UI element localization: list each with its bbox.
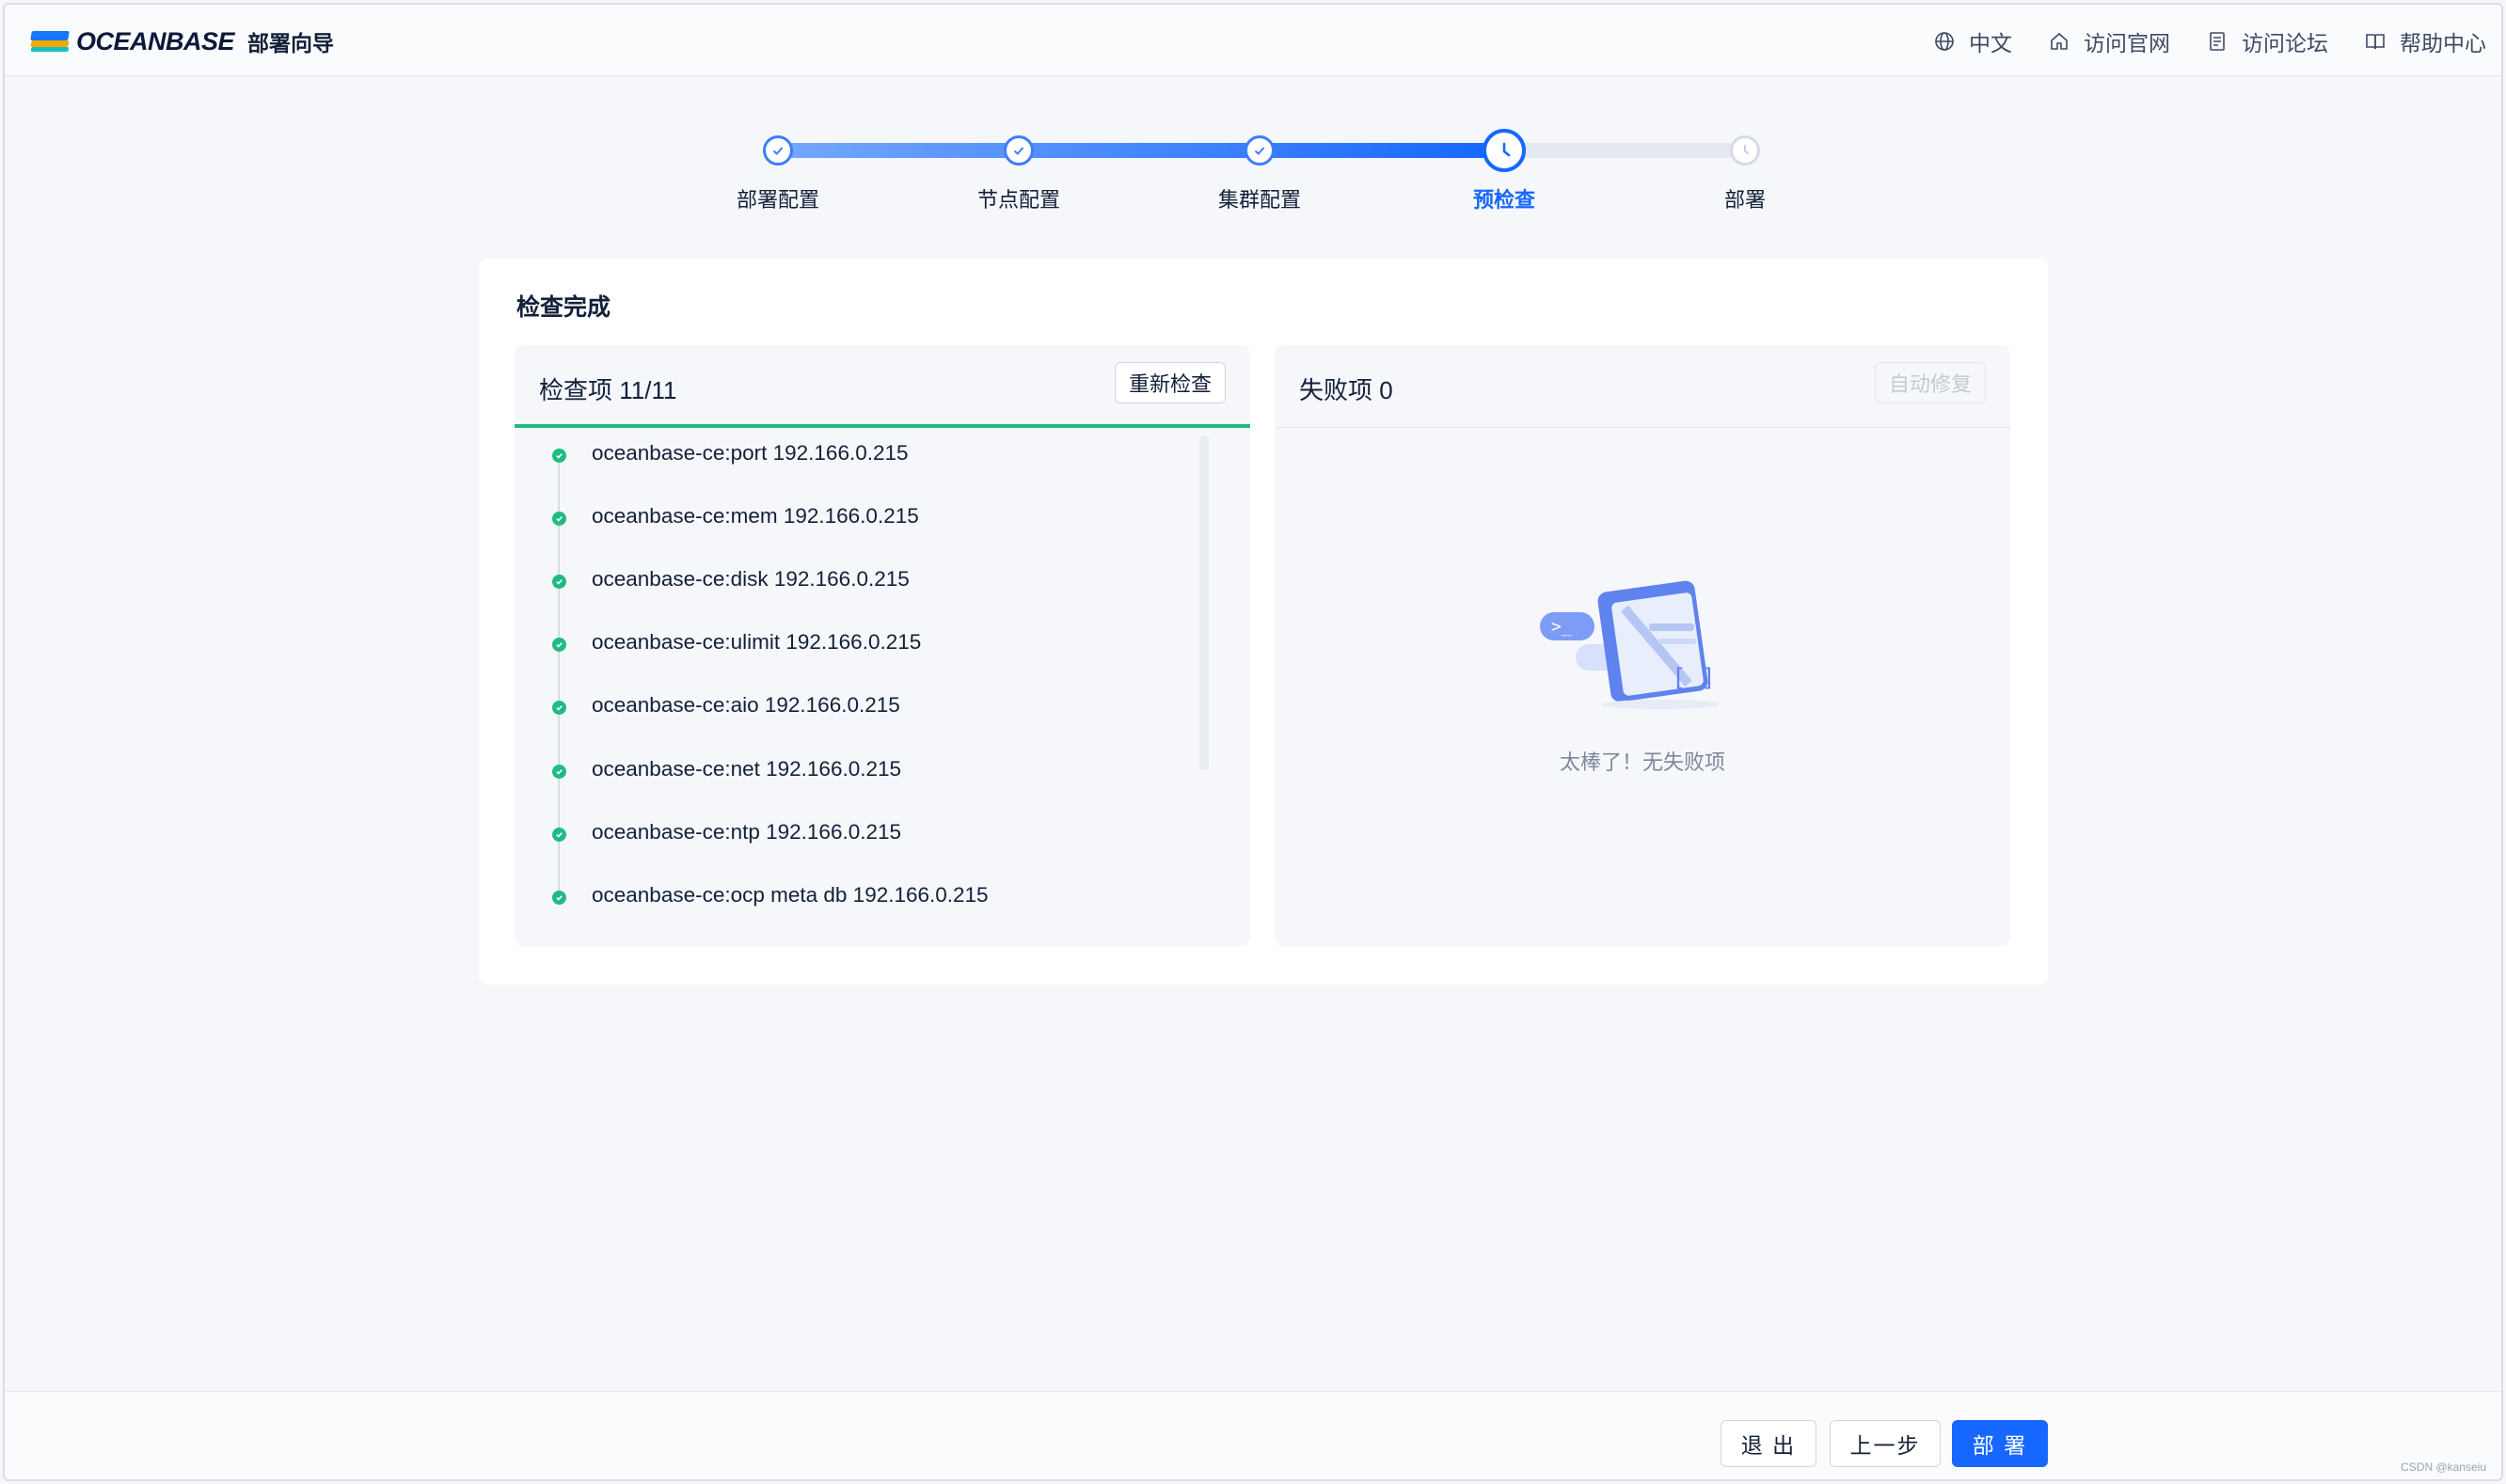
deploy-button[interactable]: 部 署 xyxy=(1952,1420,2048,1467)
check-item-text: oceanbase-ce:aio 192.166.0.215 xyxy=(592,693,900,717)
logo-text: OCEANBASE xyxy=(76,26,235,55)
app-window: OCEANBASE 部署向导 中文 访问官网 访问论坛 帮助中心 部署配置 节点… xyxy=(3,3,2503,1481)
check-success-icon xyxy=(552,574,566,589)
list-item: oceanbase-ce:ntp 192.166.0.215 xyxy=(552,816,901,848)
oceanbase-logo-icon xyxy=(30,29,71,54)
nav-help-center[interactable]: 帮助中心 xyxy=(2364,25,2486,57)
failed-items-title: 失败项 0 xyxy=(1299,376,1393,404)
check-items-panel: 检查项 11/11 重新检查 oceanbase-ce:port 192.166… xyxy=(515,345,1250,947)
previous-step-button[interactable]: 上一步 xyxy=(1830,1420,1941,1467)
failed-items-header: 失败项 0 自动修复 xyxy=(1275,345,2010,428)
globe-icon xyxy=(1935,32,1954,51)
nav-forum[interactable]: 访问论坛 xyxy=(2206,25,2328,57)
check-success-icon xyxy=(552,511,566,526)
nav-official-site[interactable]: 访问官网 xyxy=(2048,25,2170,57)
list-item: oceanbase-ce:net 192.166.0.215 xyxy=(552,753,901,785)
step-label-deploy-config: 部署配置 xyxy=(736,188,820,212)
check-items-title: 检查项 11/11 xyxy=(539,376,677,404)
step-label-precheck: 预检查 xyxy=(1472,188,1536,212)
step-label-node-config: 节点配置 xyxy=(976,188,1061,212)
check-success-icon xyxy=(552,764,566,779)
check-item-text: oceanbase-ce:disk 192.166.0.215 xyxy=(592,567,910,591)
check-item-text: oceanbase-ce:ocp meta db 192.166.0.215 xyxy=(592,883,989,907)
check-success-icon xyxy=(552,448,566,463)
check-item-text: oceanbase-ce:ntp 192.166.0.215 xyxy=(592,820,902,844)
check-success-icon xyxy=(552,700,566,715)
list-item: oceanbase-ce:aio 192.166.0.215 xyxy=(552,689,900,721)
exit-button[interactable]: 退 出 xyxy=(1721,1420,1816,1467)
step-3-done-icon xyxy=(1245,135,1275,166)
step-label-deploy: 部署 xyxy=(1723,188,1767,212)
list-item: oceanbase-ce:ulimit 192.166.0.215 xyxy=(552,626,921,658)
check-item-text: oceanbase-ce:net 192.166.0.215 xyxy=(592,757,902,781)
empty-state-text: 太棒了！无失败项 xyxy=(1559,750,1725,774)
list-item: oceanbase-ce:port 192.166.0.215 xyxy=(552,437,909,469)
check-success-icon xyxy=(552,637,566,652)
step-2-done-icon xyxy=(1004,135,1034,166)
footer-bar: 退 出 上一步 部 署 xyxy=(5,1391,2501,1479)
precheck-card: 检查完成 检查项 11/11 重新检查 oceanbase-ce:port 19… xyxy=(479,259,2048,985)
empty-state-illustration-icon: >_ [ ] xyxy=(1540,580,1719,709)
nav-forum-label: 访问论坛 xyxy=(2242,31,2328,55)
card-title: 检查完成 xyxy=(516,294,611,321)
list-item: oceanbase-ce:ocp meta db 192.166.0.215 xyxy=(552,879,989,911)
auto-fix-button[interactable]: 自动修复 xyxy=(1874,362,1986,403)
check-items-list[interactable]: oceanbase-ce:port 192.166.0.215 oceanbas… xyxy=(515,432,1250,947)
logo: OCEANBASE 部署向导 xyxy=(30,25,335,57)
svg-text:[ ]: [ ] xyxy=(1672,664,1716,692)
failed-items-panel: 失败项 0 自动修复 >_ [ ] 太棒了！无失败项 xyxy=(1275,345,2010,947)
list-item: oceanbase-ce:mem 192.166.0.215 xyxy=(552,500,919,532)
check-item-text: oceanbase-ce:port 192.166.0.215 xyxy=(592,441,909,465)
forum-icon xyxy=(2210,32,2225,51)
step-label-cluster-config: 集群配置 xyxy=(1217,188,1302,212)
nav-language-label: 中文 xyxy=(1969,31,2012,55)
top-header: OCEANBASE 部署向导 中文 访问官网 访问论坛 帮助中心 xyxy=(5,5,2501,76)
progress-steps: 部署配置 节点配置 集群配置 预检查 部署 xyxy=(5,127,2501,230)
nav-help-center-label: 帮助中心 xyxy=(2400,31,2486,55)
steps-track-pending xyxy=(1504,143,1743,158)
recheck-button[interactable]: 重新检查 xyxy=(1114,362,1226,403)
nav-official-site-label: 访问官网 xyxy=(2084,31,2170,55)
nav-language[interactable]: 中文 xyxy=(1933,25,2012,57)
home-icon xyxy=(2051,32,2068,50)
svg-text:>_: >_ xyxy=(1551,617,1572,637)
steps-track-completed xyxy=(780,143,1504,158)
step-4-clock-icon xyxy=(1483,129,1526,172)
check-item-text: oceanbase-ce:ulimit 192.166.0.215 xyxy=(592,630,922,654)
header-nav: 中文 访问官网 访问论坛 帮助中心 xyxy=(1897,25,2486,57)
app-title: 部署向导 xyxy=(247,31,335,55)
step-5-clock-icon xyxy=(1730,135,1760,166)
book-icon xyxy=(2366,34,2385,50)
scrollbar[interactable] xyxy=(1199,435,1209,770)
list-item: oceanbase-ce:disk 192.166.0.215 xyxy=(552,563,910,595)
step-1-done-icon xyxy=(763,135,793,166)
check-items-header: 检查项 11/11 重新检查 xyxy=(515,345,1250,428)
check-success-icon xyxy=(552,890,566,905)
check-item-text: oceanbase-ce:mem 192.166.0.215 xyxy=(592,504,919,528)
watermark: CSDN @kanseiu xyxy=(2401,1460,2486,1474)
check-success-icon xyxy=(552,827,566,842)
